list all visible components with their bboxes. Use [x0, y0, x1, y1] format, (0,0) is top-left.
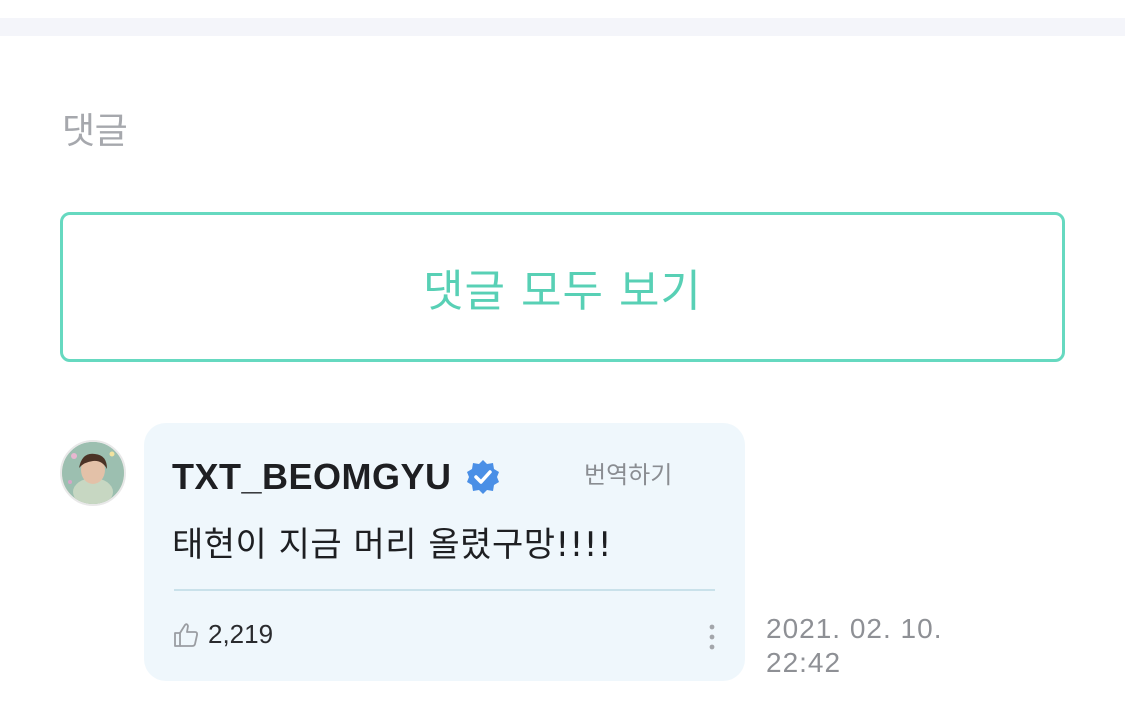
like-button[interactable]: 2,219: [172, 619, 273, 650]
view-all-comments-button[interactable]: 댓글 모두 보기: [60, 212, 1065, 362]
comment-date: 2021. 02. 10.: [766, 613, 943, 644]
top-divider-band: [0, 18, 1125, 36]
view-all-comments-label: 댓글 모두 보기: [423, 266, 702, 317]
avatar[interactable]: [60, 440, 126, 506]
comments-section-title: 댓글: [62, 111, 128, 152]
comment-time: 22:42: [766, 647, 842, 678]
thumbs-up-icon: [172, 621, 200, 649]
comment-timestamp: 2021. 02. 10. 22:42: [766, 612, 986, 680]
comment-author: TXT_BEOMGYU: [172, 456, 502, 498]
comment-divider: [174, 589, 715, 591]
verified-badge-icon: [464, 458, 502, 496]
avatar-image: [62, 442, 124, 504]
comment-card: TXT_BEOMGYU 번역하기 태현이 지금 머리 올렸구망!!!! 2,21…: [144, 423, 745, 681]
comment-text: 태현이 지금 머리 올렸구망!!!!: [172, 525, 613, 565]
author-name[interactable]: TXT_BEOMGYU: [172, 456, 452, 498]
translate-link[interactable]: 번역하기: [584, 455, 672, 490]
like-count: 2,219: [208, 619, 274, 649]
more-vertical-icon[interactable]: [700, 621, 724, 653]
